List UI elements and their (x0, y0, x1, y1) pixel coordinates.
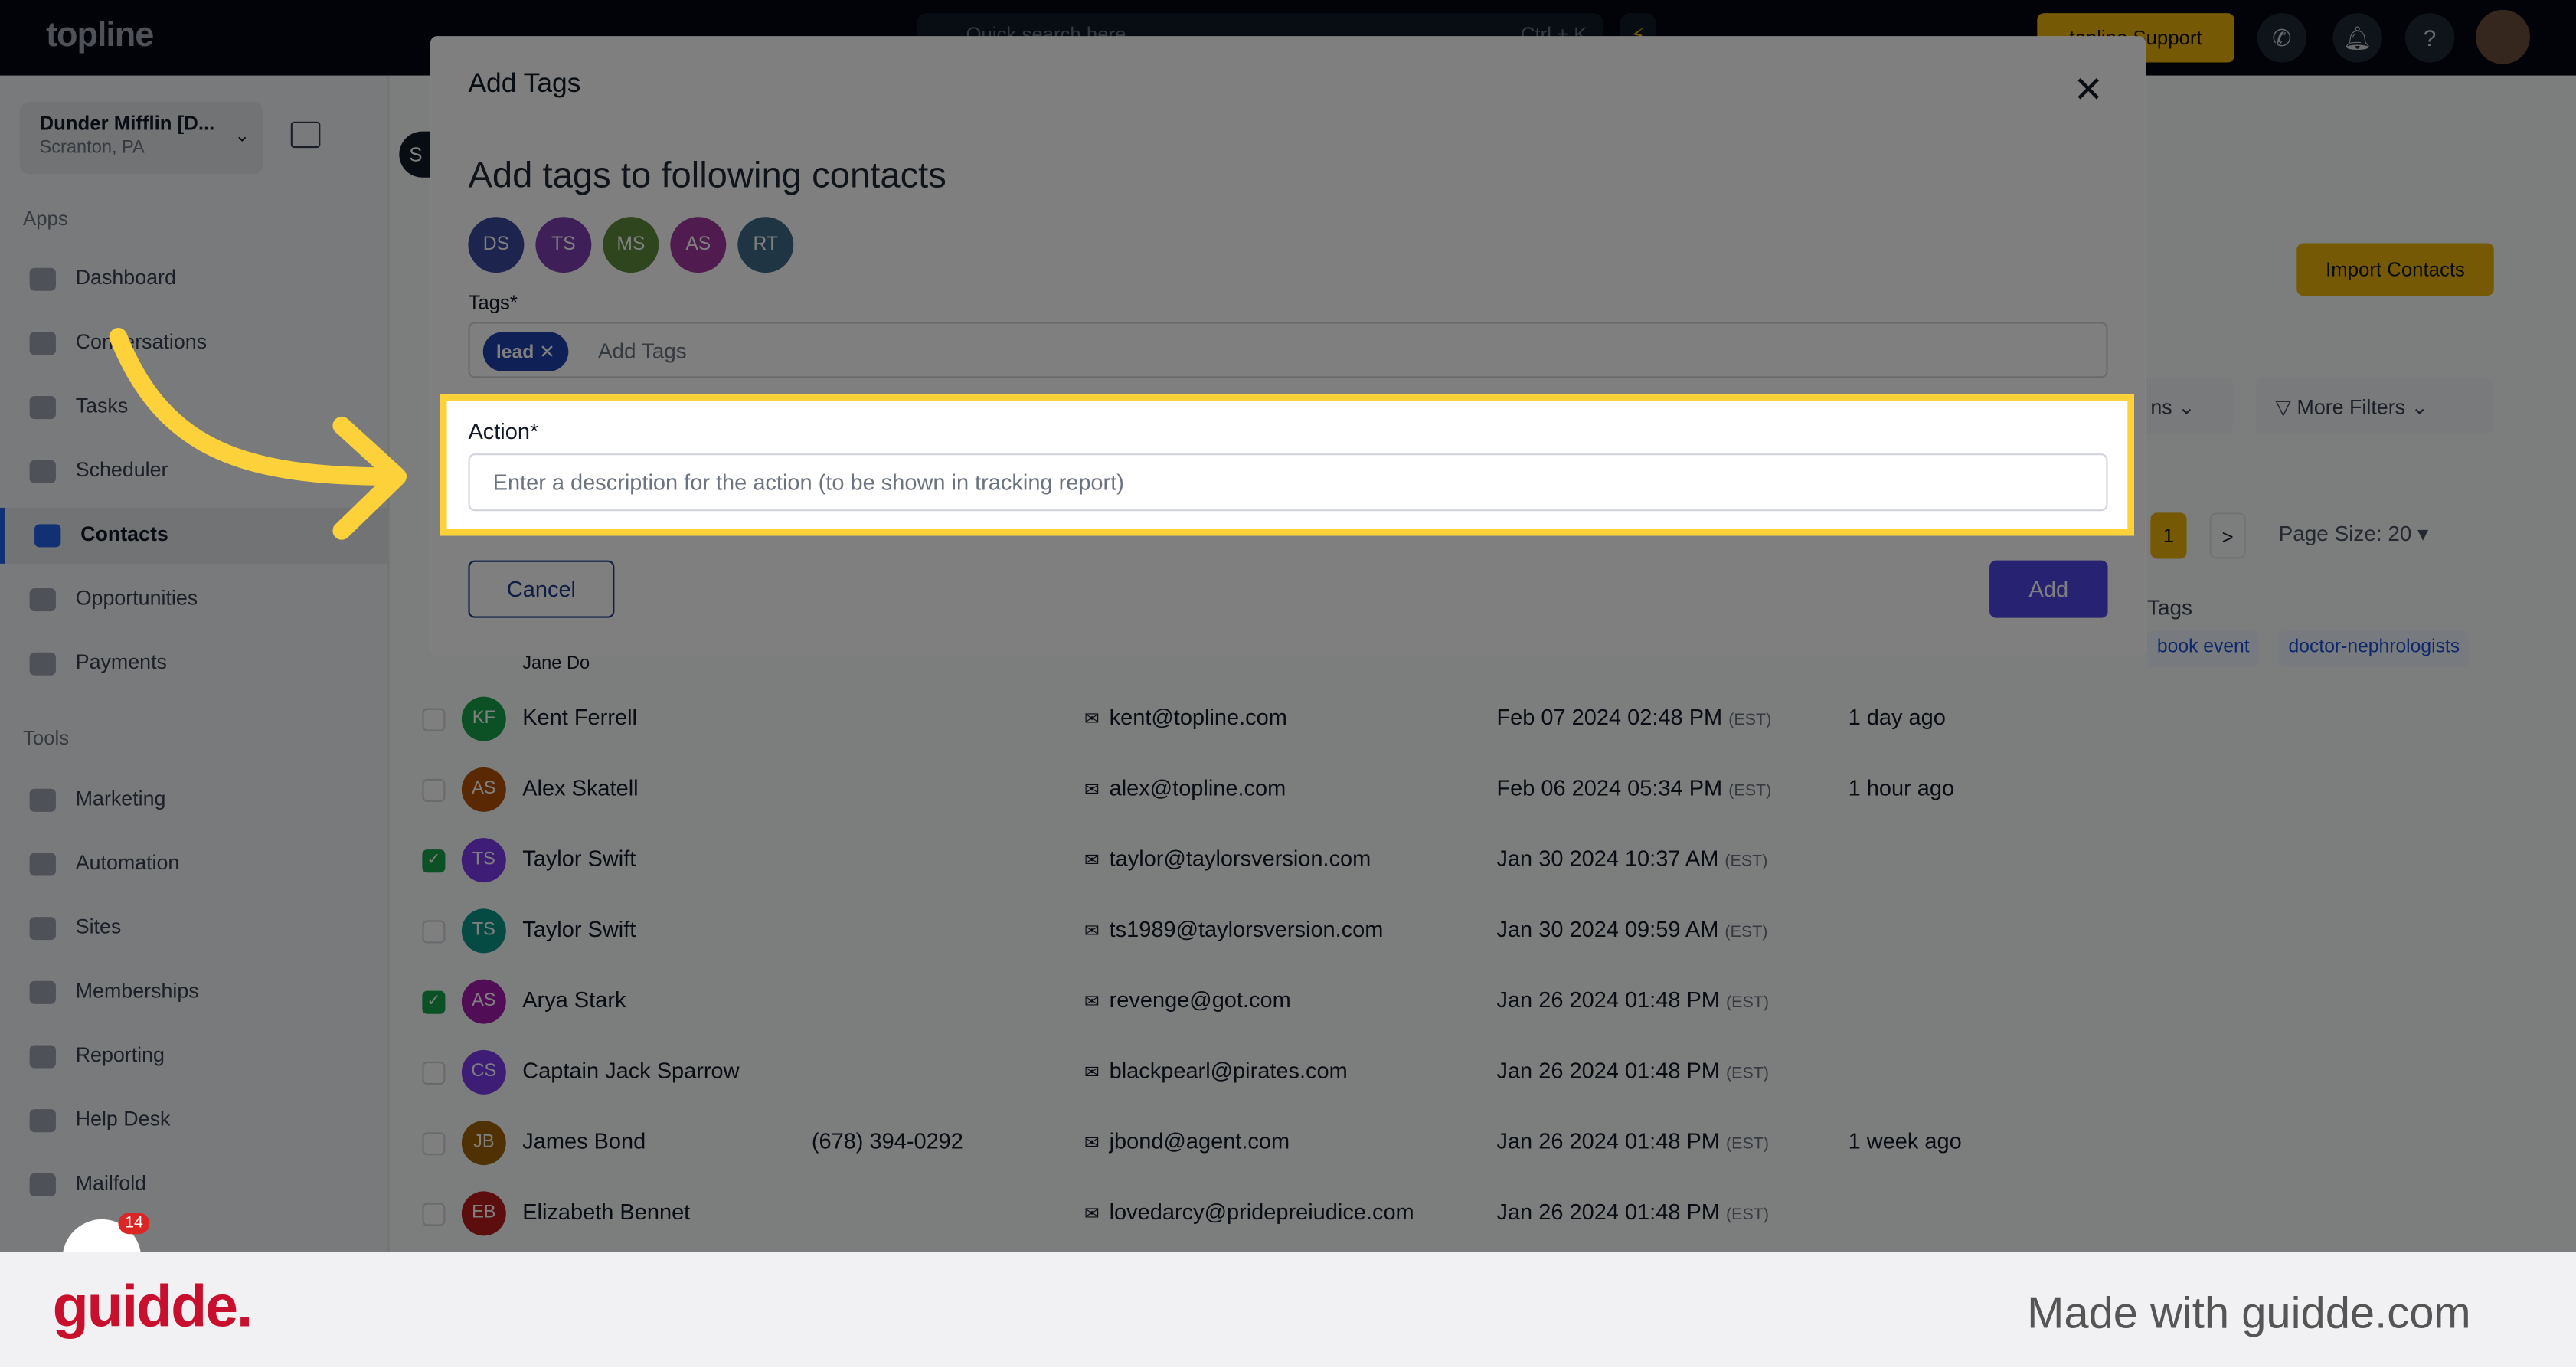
modal-dim (430, 36, 2146, 656)
action-label: Action* (468, 419, 539, 444)
guidde-logo: guidde. (52, 1271, 253, 1340)
highlighted-action-field: Action* (440, 394, 2134, 536)
guidde-footer: guidde. Made with guidde.com (0, 1252, 2576, 1367)
action-input[interactable] (468, 453, 2108, 512)
pointer-arrow-icon (109, 328, 407, 540)
screen: topline Quick search hereCtrl + K ⚡ topl… (0, 0, 2576, 1367)
made-with-text: Made with guidde.com (2027, 1288, 2471, 1338)
notification-count: 14 (118, 1213, 150, 1235)
